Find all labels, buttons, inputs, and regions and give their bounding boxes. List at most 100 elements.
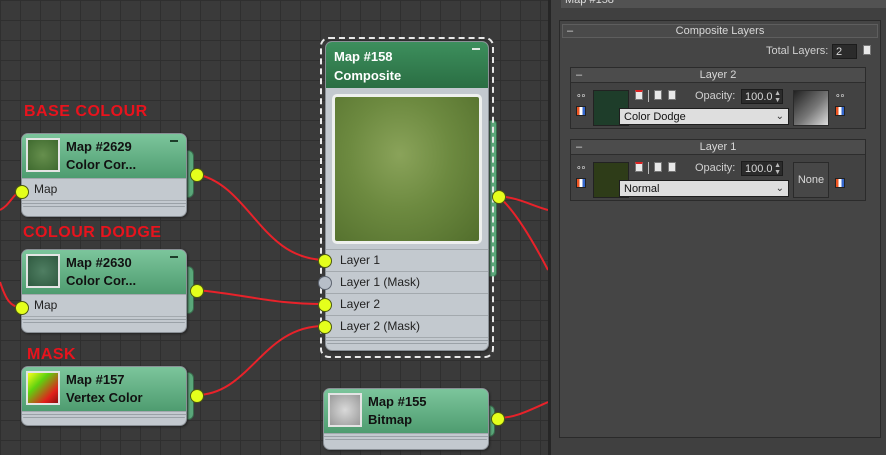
node-type: Color Cor... [66,273,137,288]
composite-layers-rollout: – Composite Layers Total Layers: 2 – Lay… [559,20,881,438]
node-footer [22,411,186,420]
blend-mode-select[interactable]: Normal ⌄ [619,180,789,197]
layer-1-panel: – Layer 1 ∘∘ Opacity: 100.0 ▲ ▼ Normal ⌄ … [570,139,866,201]
separator [648,162,649,174]
node-slot-map: Map [22,294,186,316]
node-title: Map #158 [334,49,393,64]
node-map-2630[interactable]: Map #2630 Color Cor... Map [21,249,187,333]
duplicate-icon[interactable] [654,90,662,100]
opacity-value: 100.0 [745,163,773,175]
visibility-icon[interactable]: ∘∘ [576,162,586,173]
node-thumbnail [26,254,60,288]
opacity-value: 100.0 [745,91,773,103]
node-title: Map #155 [368,394,427,409]
slot-layer-1-mask: Layer 1 (Mask) [326,271,488,293]
node-header[interactable]: Map #157 Vertex Color [22,367,186,411]
node-155-output-socket[interactable] [491,412,505,426]
node-type: Vertex Color [66,390,143,405]
node-map-2629[interactable]: Map #2629 Color Cor... Map [21,133,187,217]
node-editor-canvas[interactable]: BASE COLOUR COLOUR DODGE MASK Map #2629 … [0,0,548,455]
composite-input-layer-1-mask[interactable] [318,276,332,290]
node-type: Composite [334,68,402,83]
composite-input-layer-2[interactable] [318,298,332,312]
collapse-icon[interactable]: – [567,25,573,38]
node-thumbnail [26,371,60,405]
node-header[interactable]: Map #2630 Color Cor... [22,250,186,294]
node-2630-input-socket[interactable] [15,301,29,315]
mask-color-correct-icon[interactable] [835,106,845,116]
node-slot-map: Map [22,178,186,200]
slot-layer-1: Layer 1 [326,249,488,271]
mask-none-label: None [797,174,825,186]
blend-mode-value: Color Dodge [624,111,686,123]
collapse-icon[interactable]: – [576,68,582,82]
node-map-155[interactable]: Map #155 Bitmap [323,388,489,450]
node-2630-output-socket[interactable] [190,284,204,298]
node-2629-input-socket[interactable] [15,185,29,199]
composite-input-layer-2-mask[interactable] [318,320,332,334]
total-layers-field[interactable]: 2 [832,44,857,59]
node-header[interactable]: Map #155 Bitmap [324,389,488,433]
node-thumbnail [328,393,362,427]
opacity-spinner[interactable]: 100.0 ▲ ▼ [741,89,783,104]
collapse-icon[interactable]: – [576,140,582,154]
layer-1-header[interactable]: – Layer 1 [571,140,865,155]
label-base-colour: BASE COLOUR [24,103,148,120]
mask-visibility-icon[interactable]: ∘∘ [835,90,845,101]
spinner-arrows-icon[interactable]: ▲ ▼ [774,90,781,104]
blend-mode-select[interactable]: Color Dodge ⌄ [619,108,789,125]
composite-preview-image [332,94,482,244]
opacity-spinner[interactable]: 100.0 ▲ ▼ [741,161,783,176]
total-layers-label: Total Layers: [766,45,829,57]
layer-2-title: Layer 2 [699,69,737,81]
layer-1-mask-button[interactable]: None [793,162,829,198]
blend-mode-value: Normal [624,183,660,195]
slot-layer-2: Layer 2 [326,293,488,315]
duplicate-icon[interactable] [654,162,662,172]
layer-2-header[interactable]: – Layer 2 [571,68,865,83]
node-2629-output-socket[interactable] [190,168,204,182]
node-footer [324,433,488,442]
chevron-down-icon: ⌄ [775,111,784,122]
delete-icon[interactable] [668,90,676,100]
separator [648,90,649,102]
rename-icon[interactable] [635,90,643,100]
collapse-icon[interactable] [170,256,178,258]
rename-icon[interactable] [635,162,643,172]
node-footer [22,316,186,325]
composite-input-layer-1[interactable] [318,254,332,268]
collapse-icon[interactable] [472,48,480,50]
node-thumbnail [26,138,60,172]
node-157-output-socket[interactable] [190,389,204,403]
rollout-title: Composite Layers [675,25,765,37]
node-footer [22,200,186,209]
rollout-header[interactable]: – Composite Layers [562,24,878,38]
chevron-down-icon: ⌄ [775,183,784,194]
visibility-icon[interactable]: ∘∘ [576,90,586,101]
label-mask: MASK [27,346,77,363]
node-map-157[interactable]: Map #157 Vertex Color [21,366,187,426]
add-layer-icon[interactable] [863,45,871,55]
node-type: Color Cor... [66,157,137,172]
label-colour-dodge: COLOUR DODGE [23,224,162,241]
node-type: Bitmap [368,412,413,427]
wire-composite-out-2 [497,195,548,271]
wire-155-out [497,401,548,419]
node-header[interactable]: Map #158 Composite [326,42,488,88]
layer-2-mask-thumb[interactable] [793,90,829,126]
color-correct-icon[interactable] [576,106,586,116]
spinner-arrows-icon[interactable]: ▲ ▼ [774,162,781,176]
node-footer [326,337,488,346]
node-header[interactable]: Map #2629 Color Cor... [22,134,186,178]
composite-output-socket[interactable] [492,190,506,204]
layer-2-panel: – Layer 2 ∘∘ Opacity: 100.0 ▲ ▼ Color Dod… [570,67,866,129]
collapse-icon[interactable] [170,140,178,142]
layer-1-title: Layer 1 [699,141,737,153]
node-title: Map #2629 [66,139,132,154]
color-correct-icon[interactable] [576,178,586,188]
node-title: Map #2630 [66,255,132,270]
mask-color-correct-icon[interactable] [835,178,845,188]
node-map-158-composite[interactable]: Map #158 Composite Layer 1 Layer 1 (Mask… [325,41,489,351]
delete-icon[interactable] [668,162,676,172]
wire-157-to-layer2mask [195,325,325,396]
